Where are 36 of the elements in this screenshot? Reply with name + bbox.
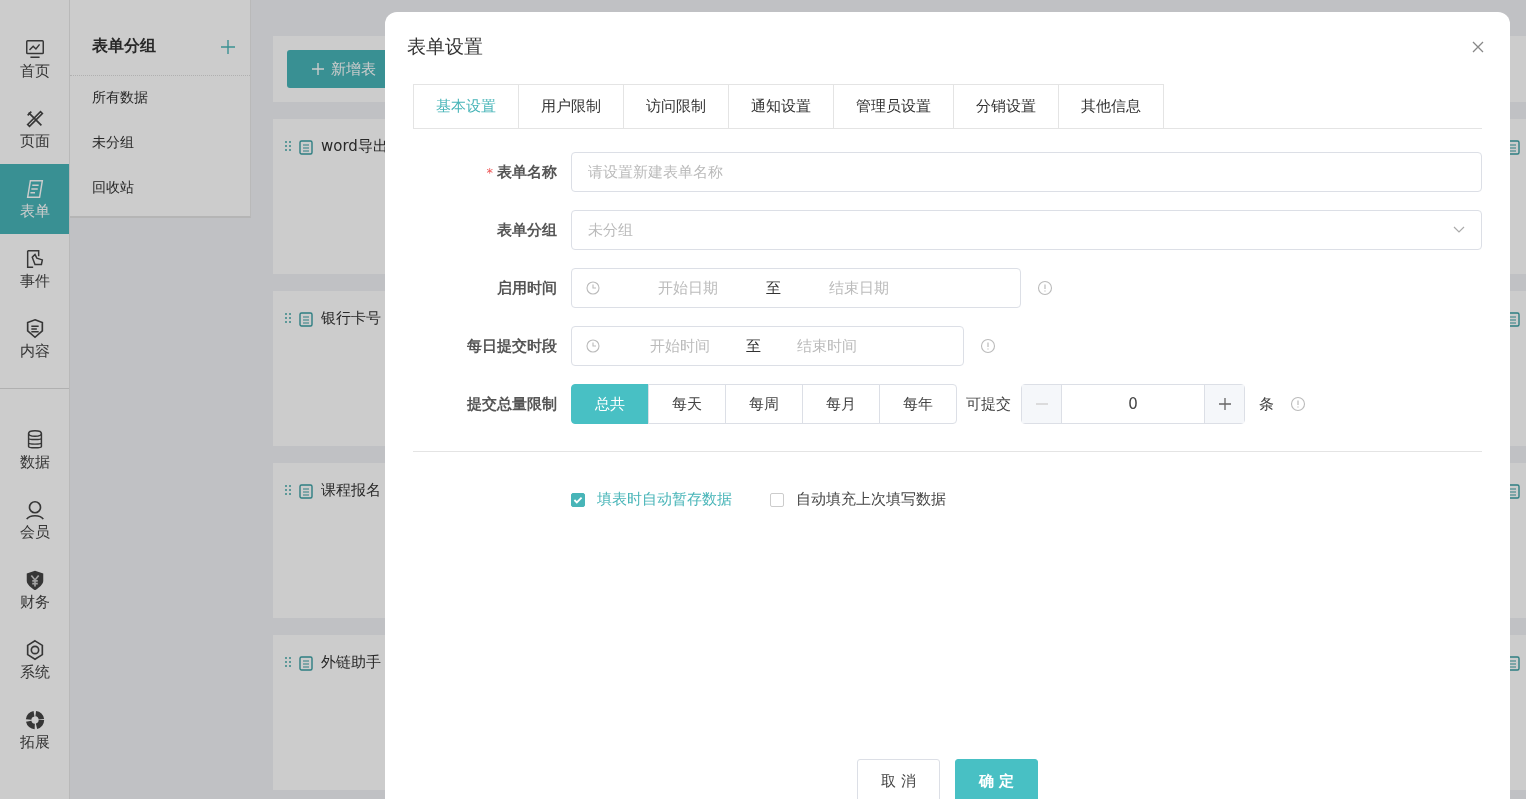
period-option[interactable]: 每周 <box>725 384 803 424</box>
group-item[interactable]: 未分组 <box>70 121 250 166</box>
nav-item[interactable]: 数据 <box>0 415 69 485</box>
dialog-title: 表单设置 <box>407 34 483 59</box>
period-option[interactable]: 每年 <box>879 384 957 424</box>
tab[interactable]: 其他信息 <box>1058 84 1164 128</box>
period-option[interactable]: 每天 <box>648 384 726 424</box>
required-mark: * <box>486 164 493 180</box>
field-label: 每日提交时段 <box>467 336 557 356</box>
nav-item[interactable]: 会员 <box>0 485 69 555</box>
cancel-button[interactable]: 取 消 <box>857 759 940 799</box>
nav-item[interactable]: 系统 <box>0 625 69 695</box>
checkbox-label: 自动填充上次填写数据 <box>796 490 946 509</box>
group-item[interactable]: 所有数据 <box>70 76 250 121</box>
nav-item[interactable]: 页面 <box>0 94 69 164</box>
nav-item[interactable]: 财务 <box>0 555 69 625</box>
field-label: 启用时间 <box>497 278 557 298</box>
period-option[interactable]: 每月 <box>802 384 880 424</box>
nav-item[interactable]: 事件 <box>0 234 69 304</box>
field-label: 表单分组 <box>497 220 557 240</box>
card-title: 银行卡号 <box>321 309 381 328</box>
allow-label: 可提交 <box>966 394 1011 414</box>
group-item[interactable]: 回收站 <box>70 166 250 211</box>
date-range-field[interactable]: 开始日期 至 结束日期 <box>571 268 1021 308</box>
field-label: 提交总量限制 <box>467 394 557 414</box>
input-field[interactable]: 请设置新建表单名称 <box>571 152 1482 192</box>
nav-item[interactable]: 拓展 <box>0 695 69 765</box>
time-range-field[interactable]: 开始时间 至 结束时间 <box>571 326 964 366</box>
nav-item[interactable]: 首页 <box>0 24 69 94</box>
card-title: 课程报名 <box>321 481 381 500</box>
checkbox-label: 填表时自动暂存数据 <box>597 490 732 509</box>
unit-label: 条 <box>1259 394 1274 414</box>
panel-title: 表单分组 <box>92 36 156 57</box>
card-title: 外链助手 <box>321 653 381 672</box>
field-label: 表单名称 <box>497 162 557 182</box>
nav-item[interactable]: 内容 <box>0 304 69 374</box>
